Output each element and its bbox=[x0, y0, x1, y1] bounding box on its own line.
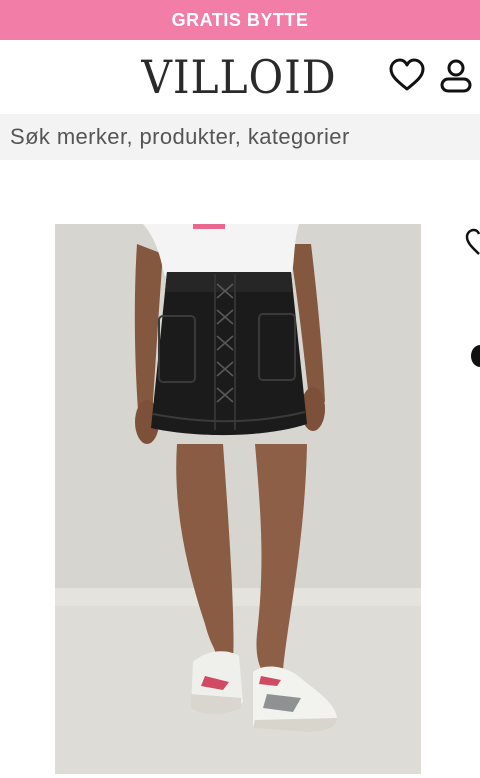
promo-text: GRATIS BYTTE bbox=[171, 9, 309, 30]
site-header: VILLOID bbox=[0, 40, 480, 114]
product-image[interactable] bbox=[55, 224, 421, 774]
carousel-heart-icon[interactable] bbox=[465, 228, 480, 256]
promo-banner: GRATIS BYTTE bbox=[0, 0, 480, 40]
heart-icon[interactable] bbox=[389, 58, 425, 94]
carousel-dot-indicator[interactable] bbox=[471, 345, 480, 367]
skirt-photo bbox=[55, 224, 421, 774]
search-bar bbox=[0, 114, 480, 160]
brand-logo[interactable]: VILLOID bbox=[141, 50, 335, 104]
user-icon[interactable] bbox=[438, 58, 474, 94]
search-input[interactable] bbox=[0, 114, 480, 160]
